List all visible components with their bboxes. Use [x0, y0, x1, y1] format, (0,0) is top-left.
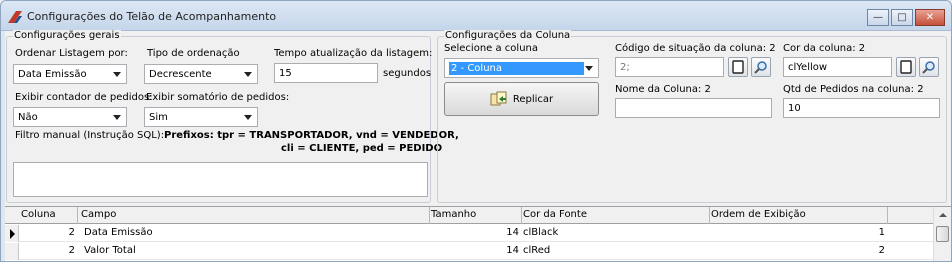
table-row[interactable]: 2 Data Emissão 14 clBlack 1: [5, 225, 933, 242]
qty-orders-label: Qtd de Pedidos na coluna: 2: [783, 84, 924, 95]
column-name-input[interactable]: [615, 98, 772, 118]
refresh-unit-label: segundos: [383, 68, 432, 79]
order-list-value: Data Emissão: [18, 68, 87, 80]
search-icon: [922, 61, 935, 74]
columns-grid[interactable]: Coluna Campo Tamanho Cor da Fonte Ordem …: [5, 206, 951, 261]
cell-ordem: 1: [878, 227, 885, 238]
cell-campo: Data Emissão: [84, 227, 153, 238]
refresh-time-label: Tempo atualização da listagem:: [274, 48, 433, 59]
header-cor-da-fonte[interactable]: Cor da Fonte: [523, 209, 587, 220]
cell-ordem: 2: [878, 245, 885, 256]
show-sum-label: Exibir somatório de pedidos:: [146, 92, 290, 103]
order-list-select[interactable]: Data Emissão: [13, 64, 127, 84]
grid-header: Coluna Campo Tamanho Cor da Fonte Ordem …: [5, 207, 933, 224]
general-settings-title: Configurações gerais: [13, 30, 121, 41]
show-sum-value: Sim: [149, 111, 168, 123]
document-icon: [732, 60, 744, 74]
chevron-down-icon: [585, 66, 593, 71]
cell-campo: Valor Total: [84, 245, 136, 256]
replicate-button[interactable]: Replicar: [444, 82, 599, 116]
search-icon: [754, 61, 767, 74]
select-column-combo[interactable]: 2 - Coluna: [444, 58, 599, 78]
scrollbar-thumb[interactable]: [936, 226, 949, 242]
header-tamanho[interactable]: Tamanho: [431, 209, 476, 220]
order-type-select[interactable]: Decrescente: [144, 64, 258, 84]
main-window: Configurações do Telão de Acompanhamento…: [0, 0, 952, 262]
header-campo[interactable]: Campo: [81, 209, 116, 220]
situation-code-input[interactable]: 2;: [615, 57, 724, 77]
order-type-label: Tipo de ordenação: [147, 48, 240, 59]
select-column-value: 2 - Coluna: [449, 61, 584, 75]
minimize-button[interactable]: —: [867, 9, 889, 26]
header-ordem-de-exibicao[interactable]: Ordem de Exibição: [711, 209, 806, 220]
chevron-down-icon: [244, 115, 252, 120]
header-coluna[interactable]: Coluna: [21, 209, 56, 220]
filter-label: Filtro manual (Instrução SQL):: [15, 130, 165, 141]
prefix-hint-line2: cli = CLIENTE, ped = PEDIDO: [281, 143, 443, 154]
table-row[interactable]: 2 Valor Total 14 clRed 2: [5, 243, 933, 260]
window-title: Configurações do Telão de Acompanhamento: [27, 10, 277, 23]
replicate-icon: [490, 91, 507, 106]
order-type-value: Decrescente: [149, 68, 212, 80]
select-column-label: Selecione a coluna: [444, 43, 538, 54]
grid-vertical-scrollbar[interactable]: [933, 207, 951, 261]
scroll-up-arrow-icon[interactable]: [939, 213, 947, 217]
situation-clear-button[interactable]: [728, 57, 748, 77]
show-counter-select[interactable]: Não: [13, 107, 127, 127]
cell-coluna: 2: [68, 227, 75, 238]
cell-tamanho: 14: [506, 227, 519, 238]
document-icon: [900, 60, 912, 74]
column-color-input[interactable]: clYellow: [783, 57, 892, 77]
cell-cor-da-fonte: clBlack: [523, 227, 559, 238]
cell-cor-da-fonte: clRed: [523, 245, 551, 256]
column-settings-title: Configurações da Coluna: [444, 30, 572, 41]
show-sum-select[interactable]: Sim: [144, 107, 258, 127]
replicate-button-label: Replicar: [512, 93, 554, 105]
cell-tamanho: 14: [506, 245, 519, 256]
app-logo-icon: [8, 11, 22, 23]
window-controls: — □ ✕: [867, 9, 945, 26]
chevron-down-icon: [113, 115, 121, 120]
maximize-button[interactable]: □: [891, 9, 913, 26]
show-counter-label: Exibir contador de pedidos:: [15, 92, 153, 103]
situation-code-label: Código de situação da coluna: 2: [615, 43, 776, 54]
column-name-label: Nome da Coluna: 2: [615, 84, 711, 95]
prefix-hint-line1: Prefixos: tpr = TRANSPORTADOR, vnd = VEN…: [164, 130, 459, 141]
sql-filter-textarea[interactable]: [13, 162, 428, 197]
order-list-label: Ordenar Listagem por:: [15, 48, 128, 59]
current-row-arrow-icon: [10, 229, 15, 239]
color-search-button[interactable]: [919, 57, 939, 77]
chevron-down-icon: [113, 72, 121, 77]
qty-orders-input[interactable]: 10: [783, 98, 940, 118]
color-clear-button[interactable]: [896, 57, 916, 77]
column-color-label: Cor da coluna: 2: [783, 43, 866, 54]
show-counter-value: Não: [18, 111, 38, 123]
chevron-down-icon: [244, 72, 252, 77]
cell-coluna: 2: [68, 245, 75, 256]
title-bar[interactable]: Configurações do Telão de Acompanhamento…: [1, 1, 951, 31]
refresh-time-input[interactable]: 15: [274, 63, 378, 83]
situation-search-button[interactable]: [751, 57, 771, 77]
close-button[interactable]: ✕: [915, 9, 945, 26]
